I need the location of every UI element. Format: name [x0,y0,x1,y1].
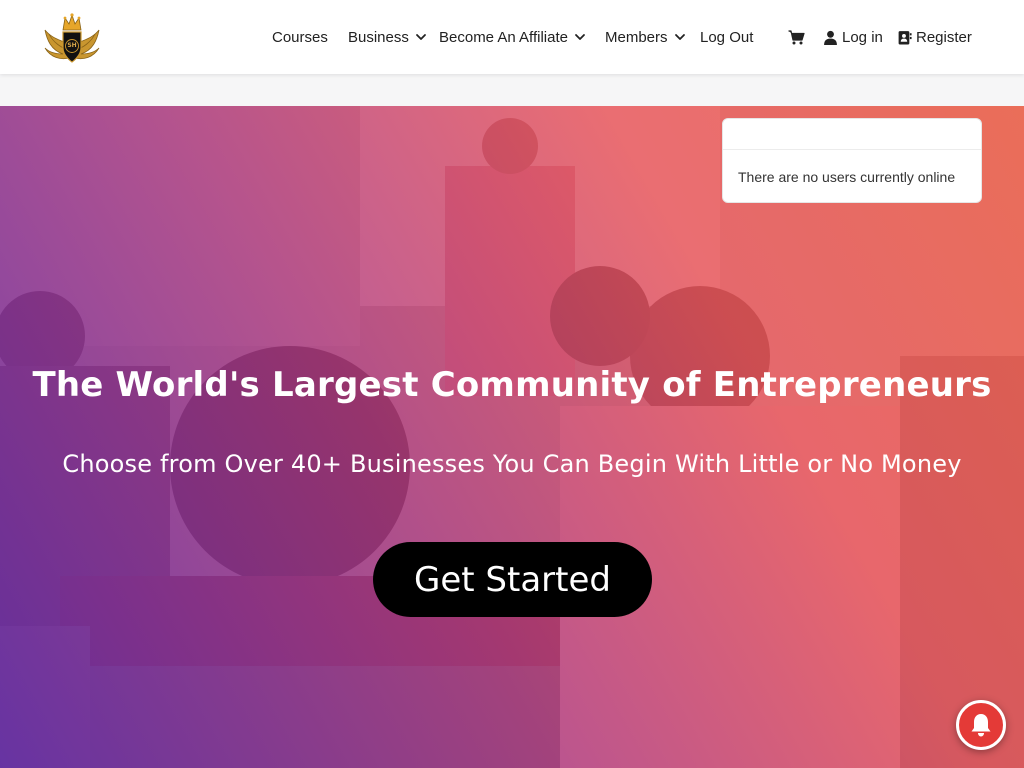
widget-header [723,119,981,150]
get-started-button[interactable]: Get Started [373,542,652,617]
main-navigation: Courses Business Become An Affiliate Mem… [0,0,1024,74]
chevron-down-icon [674,34,685,40]
login-label: Log in [842,28,883,46]
cart-button[interactable] [788,27,805,47]
notification-bell-button[interactable] [956,700,1006,750]
nav-item-become-an-affiliate[interactable]: Become An Affiliate [439,27,586,47]
nav-item-courses[interactable]: Courses [272,27,328,47]
nav-label: Log Out [700,28,754,46]
user-icon [824,30,837,45]
contact-card-icon [898,30,912,44]
login-link[interactable]: Log in [823,27,883,47]
site-header: SH Courses Business Become An Affiliate … [0,0,1024,74]
nav-label: Become An Affiliate [439,28,568,46]
cart-icon [788,29,805,44]
hero-title: The World's Largest Community of Entrepr… [32,365,992,405]
nav-label: Members [605,28,668,46]
online-users-empty-message: There are no users currently online [738,169,956,185]
hero-gradient-overlay [0,106,1024,768]
chevron-down-icon [415,34,426,40]
online-users-widget: There are no users currently online [722,118,982,203]
hero-section: The World's Largest Community of Entrepr… [0,106,1024,768]
nav-label: Courses [272,28,328,46]
chevron-down-icon [575,34,585,40]
register-label: Register [916,28,972,46]
register-link[interactable]: Register [897,27,972,47]
header-subbar [0,74,1024,106]
nav-label: Business [348,28,409,46]
nav-item-log-out[interactable]: Log Out [700,27,753,47]
nav-item-business[interactable]: Business [348,27,427,47]
nav-item-members[interactable]: Members [605,27,686,47]
hero-subtitle: Choose from Over 40+ Businesses You Can … [62,450,962,478]
bell-icon [971,714,991,737]
